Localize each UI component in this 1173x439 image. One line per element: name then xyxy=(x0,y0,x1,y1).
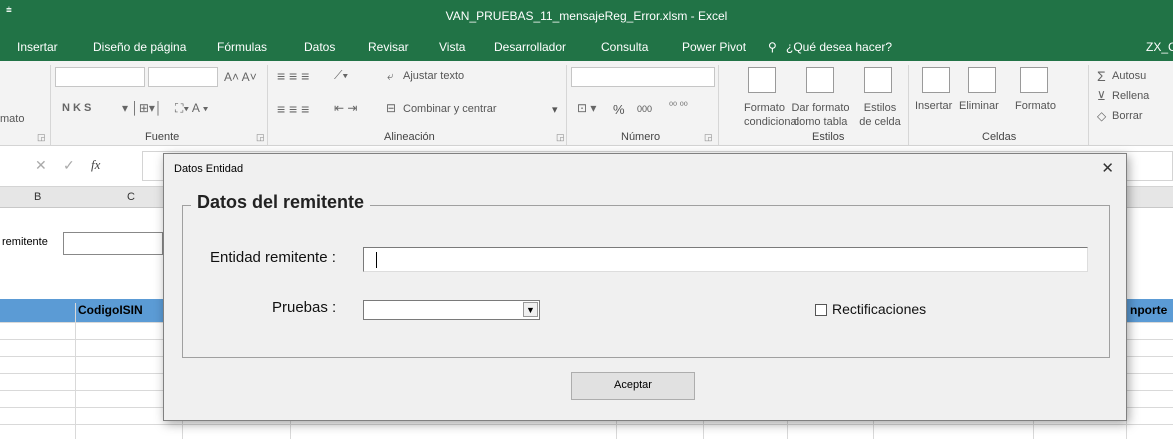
format-as-table-button[interactable]: Dar formato como tabla xyxy=(787,101,854,129)
group-separator xyxy=(1088,65,1089,145)
window-title: VAN_PRUEBAS_11_mensajeReg_Error.xlsm - E… xyxy=(445,9,728,23)
indent-icon[interactable]: ⇤ ⇥ xyxy=(334,101,357,115)
entidad-remitente-label: Entidad remitente : xyxy=(210,249,336,266)
merge-center-button[interactable]: Combinar y centrar xyxy=(403,103,497,115)
delete-cells-icon[interactable] xyxy=(968,67,996,93)
clear-button[interactable]: Borrar xyxy=(1112,110,1143,122)
group-separator xyxy=(718,65,719,145)
rectificaciones-checkbox[interactable] xyxy=(815,304,827,316)
merge-dropdown-icon[interactable]: ▾ xyxy=(552,103,558,116)
grow-font-icon[interactable]: A˄ A˅ xyxy=(224,70,257,84)
conditional-format-icon[interactable] xyxy=(748,67,776,93)
cell-styles-button[interactable]: Estilos de celda xyxy=(858,101,902,129)
group-separator xyxy=(908,65,909,145)
autosum-button[interactable]: Autosu xyxy=(1112,70,1146,82)
header-codigoisin[interactable]: CodigoISIN xyxy=(78,303,143,317)
insert-cells-icon[interactable] xyxy=(922,67,950,93)
styles-group-label: Estilos xyxy=(812,131,845,143)
autosum-icon[interactable]: Σ xyxy=(1097,68,1106,84)
tab-diseno-pagina[interactable]: Diseño de página xyxy=(93,40,186,54)
tab-datos[interactable]: Datos xyxy=(304,40,335,54)
tab-insertar[interactable]: Insertar xyxy=(17,40,58,54)
tab-power-pivot[interactable]: Power Pivot xyxy=(682,40,746,54)
wrap-text-button[interactable]: Ajustar texto xyxy=(403,70,464,82)
header-importe[interactable]: nporte xyxy=(1130,303,1167,317)
number-group-label: Número xyxy=(621,131,661,143)
frame-title: Datos del remitente xyxy=(191,192,371,213)
delete-cells-button[interactable]: Eliminar xyxy=(959,100,999,112)
format-cells-icon[interactable] xyxy=(1020,67,1048,93)
wrap-text-icon[interactable]: ⤶ xyxy=(387,69,394,84)
align-left-icon[interactable]: ≡ ≡ ≡ xyxy=(277,101,309,117)
percent-button[interactable]: % xyxy=(613,102,625,117)
currency-icon[interactable]: ⊡ ▾ xyxy=(577,101,596,115)
function-icon[interactable]: fx xyxy=(91,157,100,173)
aceptar-button[interactable]: Aceptar xyxy=(571,372,695,400)
borders-icon[interactable]: ▾ │⊞▾│ xyxy=(122,101,162,115)
group-separator xyxy=(566,65,567,145)
format-cells-button[interactable]: Formato xyxy=(1015,100,1056,112)
remitente-frame xyxy=(182,205,1110,358)
insert-cells-button[interactable]: Insertar xyxy=(915,100,952,112)
ribbon: mato ◲ A˄ A˅ N K S ▾ │⊞▾│ ⛶▾ A ▾ Fuente … xyxy=(0,61,1173,146)
pruebas-label: Pruebas : xyxy=(272,299,337,316)
cells-group-label: Celdas xyxy=(982,131,1017,143)
tab-zx[interactable]: ZX_C xyxy=(1146,40,1173,54)
align-top-icon[interactable]: ≡ ≡ ≡ xyxy=(277,68,309,84)
entidad-remitente-input[interactable] xyxy=(363,247,1088,272)
font-name-select[interactable] xyxy=(55,67,145,87)
grid-line xyxy=(75,303,76,439)
tab-formulas[interactable]: Fórmulas xyxy=(217,40,267,54)
tab-vista[interactable]: Vista xyxy=(439,40,465,54)
font-size-select[interactable] xyxy=(148,67,218,87)
font-group-label: Fuente xyxy=(145,131,180,143)
fill-button[interactable]: Rellena xyxy=(1112,90,1149,102)
thousands-button[interactable]: 000 xyxy=(637,104,652,114)
ribbon-tabs: Insertar Diseño de página Fórmulas Datos… xyxy=(0,33,1173,61)
column-header-c[interactable]: C xyxy=(127,191,135,203)
chevron-down-icon[interactable]: ▼ xyxy=(523,302,538,317)
group-separator xyxy=(50,65,51,145)
lightbulb-icon: ⚲ xyxy=(768,40,777,54)
name-box[interactable] xyxy=(0,153,3,179)
alignment-launcher-icon[interactable]: ◲ xyxy=(556,132,565,143)
enter-icon[interactable]: ✓ xyxy=(63,157,75,174)
tab-consulta[interactable]: Consulta xyxy=(601,40,648,54)
tab-revisar[interactable]: Revisar xyxy=(368,40,409,54)
decimal-icon[interactable]: ⁰⁰ ⁰⁰ xyxy=(669,101,688,112)
tell-me-search[interactable]: ¿Qué desea hacer? xyxy=(786,40,892,54)
tab-desarrollador[interactable]: Desarrollador xyxy=(494,40,566,54)
grid-line xyxy=(0,424,1173,425)
orientation-icon[interactable]: ⟋▾ xyxy=(334,68,348,83)
merge-center-icon[interactable]: ⊟ xyxy=(386,101,396,115)
remitente-label: remitente xyxy=(2,236,48,248)
clipboard-launcher-icon[interactable]: ◲ xyxy=(37,132,46,143)
excel-window: ⩧ VAN_PRUEBAS_11_mensajeReg_Error.xlsm -… xyxy=(0,0,1173,439)
dialog-title: Datos Entidad xyxy=(174,163,244,175)
number-format-select[interactable] xyxy=(571,67,715,87)
group-separator xyxy=(267,65,268,145)
format-table-icon[interactable] xyxy=(806,67,834,93)
close-icon[interactable]: ✕ xyxy=(1101,159,1114,177)
bold-italic-underline-buttons[interactable]: N K S xyxy=(62,102,91,114)
column-header-b[interactable]: B xyxy=(34,191,41,203)
rectificaciones-label[interactable]: Rectificaciones xyxy=(832,301,926,317)
number-launcher-icon[interactable]: ◲ xyxy=(704,132,713,143)
datos-entidad-dialog: Datos Entidad ✕ Datos del remitente Enti… xyxy=(163,153,1127,421)
text-caret xyxy=(376,252,377,268)
cell-styles-icon[interactable] xyxy=(864,67,892,93)
fill-icon[interactable]: ⊻ xyxy=(1097,89,1106,103)
font-launcher-icon[interactable]: ◲ xyxy=(256,132,265,143)
conditional-format-button[interactable]: Formato condicional xyxy=(744,101,799,129)
alignment-group-label: Alineación xyxy=(384,131,435,143)
fill-color-icon[interactable]: ⛶▾ A ▾ xyxy=(175,101,208,116)
title-bar: ⩧ VAN_PRUEBAS_11_mensajeReg_Error.xlsm -… xyxy=(0,0,1173,33)
remitente-cell-input[interactable] xyxy=(63,232,163,255)
cancel-icon[interactable]: ✕ xyxy=(35,157,47,174)
clipboard-label-partial: mato xyxy=(0,113,25,125)
clear-icon[interactable]: ◇ xyxy=(1097,109,1106,123)
pruebas-select[interactable]: ▼ xyxy=(363,300,540,320)
